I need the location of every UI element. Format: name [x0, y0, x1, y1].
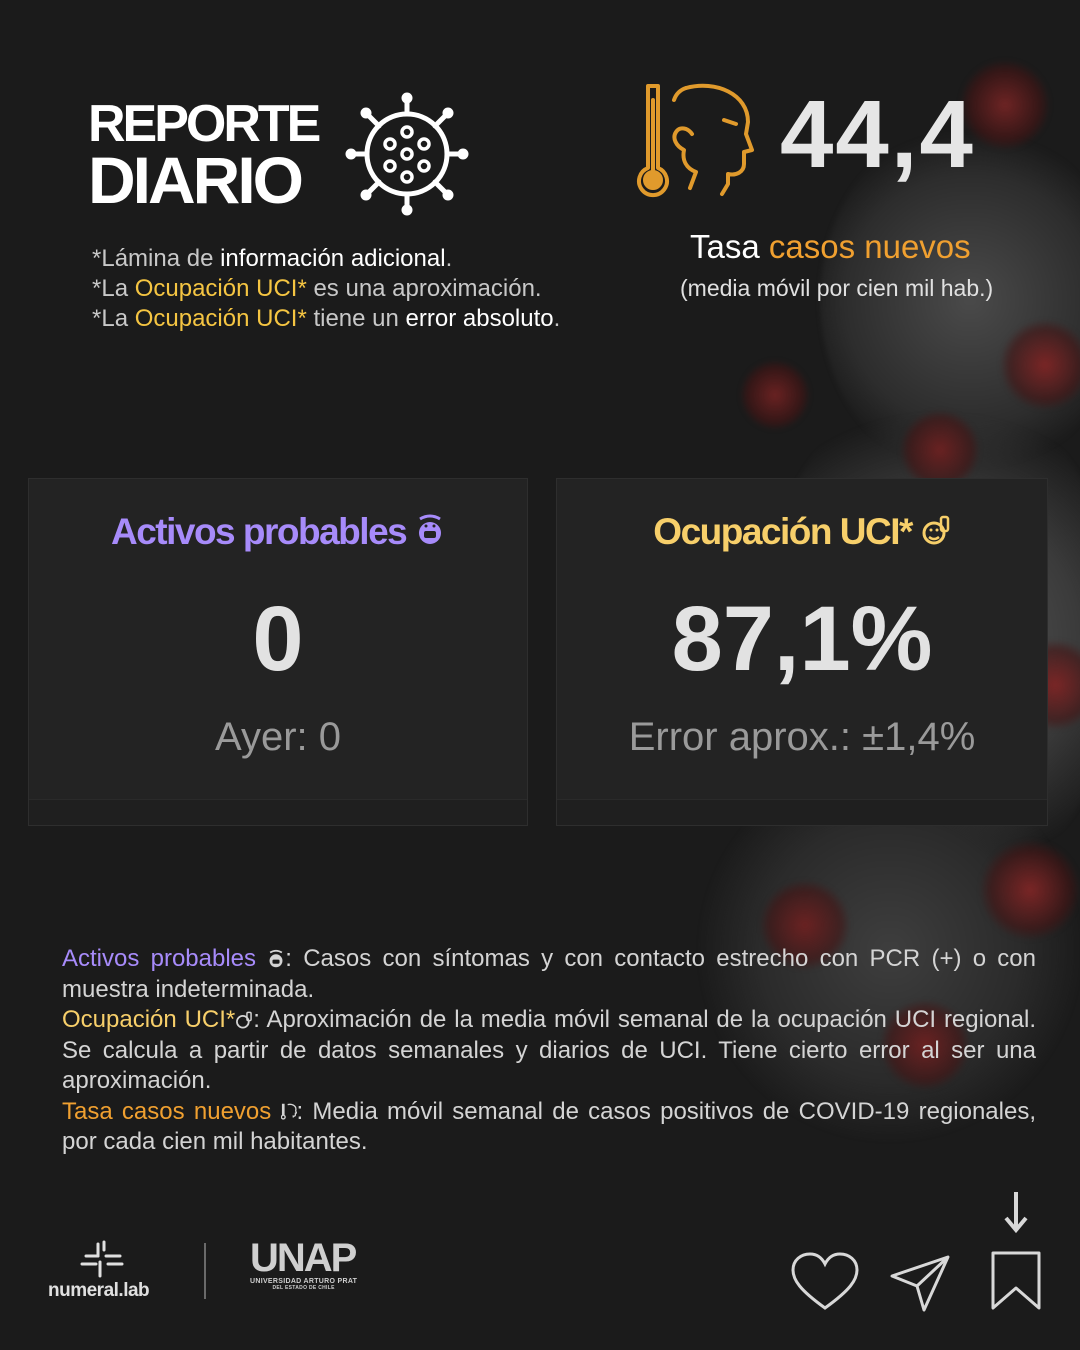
card-activos-probables: Activos probables 0 Ayer: 0 — [28, 478, 528, 826]
note-1-prefix: *Lámina de — [92, 245, 221, 272]
card-uci-sub: Error aprox.: ±1,4% — [628, 715, 976, 759]
card-activos-sub: Ayer: 0 — [215, 715, 341, 759]
note-1: *Lámina de información adicional. — [92, 244, 560, 274]
note-3-highlight: Ocupación UCI* — [134, 305, 307, 332]
legend-activos-term: Activos probables — [62, 945, 257, 972]
card-activos-title-text: Activos probables — [110, 511, 408, 552]
note-3: *La Ocupación UCI* tiene un error absolu… — [92, 304, 560, 334]
unap-text: UNAP — [250, 1236, 357, 1280]
legend-block: Activos probables : Casos con síntomas y… — [62, 944, 1036, 1158]
card-uci-title: Ocupación UCI* — [557, 511, 1047, 553]
card-ocupacion-uci: Ocupación UCI* 87,1% Error aprox.: ±1,4% — [556, 478, 1048, 826]
note-1-suffix: . — [445, 245, 453, 272]
note-3-suffix: . — [553, 305, 561, 332]
numeral-lab-mark-icon — [80, 1240, 124, 1278]
note-2: *La Ocupación UCI* es una aproximación. — [92, 274, 560, 304]
note-2-highlight: Ocupación UCI* — [134, 275, 307, 302]
note-3-prefix: *La — [92, 305, 135, 332]
card-activos-value: 0 — [252, 588, 304, 690]
unap-logo: UNAP UNIVERSIDAD ARTURO PRAT DEL ESTADO … — [250, 1238, 357, 1291]
patient-icon — [236, 1011, 253, 1029]
title-line-1: REPORTE — [88, 95, 321, 153]
legend-tasa: Tasa casos nuevos : Media móvil semanal … — [62, 1097, 1036, 1158]
card-uci-footer — [557, 799, 1047, 825]
title-line-2: DIARIO — [88, 143, 304, 218]
note-2-suffix: es una aproximación. — [306, 275, 542, 302]
card-activos-title: Activos probables — [29, 511, 527, 553]
send-icon[interactable] — [890, 1254, 952, 1312]
note-3-mid: tiene un — [306, 305, 406, 332]
card-uci-title-text: Ocupación UCI* — [653, 511, 913, 552]
note-1-highlight: información adicional — [220, 245, 446, 272]
rate-value: 44,4 — [780, 81, 975, 188]
unap-subtitle-1: UNIVERSIDAD ARTURO PRAT — [250, 1278, 358, 1285]
legend-uci-term: Ocupación UCI* — [62, 1006, 236, 1033]
notes-block: *Lámina de información adicional. *La Oc… — [92, 244, 560, 334]
legend-activos: Activos probables : Casos con síntomas y… — [62, 944, 1036, 1005]
numeral-lab-text: numeral.lab — [48, 1280, 150, 1301]
arrow-down-icon — [1004, 1192, 1028, 1234]
virus-icon — [345, 92, 469, 216]
note-3-highlight-2: error absoluto — [405, 305, 554, 332]
thermometer-face-icon — [280, 1103, 297, 1120]
report-title: REPORTE DIARIO — [88, 95, 321, 218]
legend-tasa-term: Tasa casos nuevos — [62, 1097, 272, 1125]
thermometer-face-icon — [637, 83, 754, 197]
heart-icon[interactable] — [790, 1252, 860, 1312]
card-uci-value: 87,1% — [671, 588, 933, 690]
card-activos-footer — [29, 799, 527, 825]
mask-face-icon — [269, 949, 283, 968]
numeral-lab-logo: numeral.lab — [48, 1238, 158, 1304]
rate-label-prefix: Tasa — [690, 228, 769, 265]
patient-icon — [922, 515, 949, 545]
rate-label-highlight: casos nuevos — [768, 228, 971, 265]
rate-subtitle: (media móvil por cien mil hab.) — [680, 275, 994, 301]
footer-divider — [204, 1243, 206, 1299]
note-2-prefix: *La — [92, 275, 135, 302]
mask-face-icon — [419, 514, 442, 544]
unap-subtitle-2: DEL ESTADO DE CHILE — [272, 1285, 335, 1291]
legend-uci: Ocupación UCI* : Aproximación de la medi… — [62, 1005, 1036, 1097]
rate-label: Tasa casos nuevos — [690, 228, 971, 266]
bookmark-icon[interactable] — [990, 1250, 1042, 1312]
